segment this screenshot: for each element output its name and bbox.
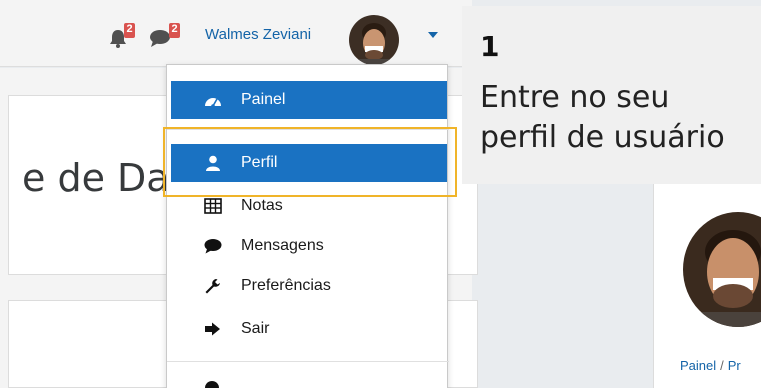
menu-item-label: Preferências — [241, 277, 331, 294]
breadcrumb-link-current[interactable]: Pr — [728, 358, 741, 373]
dashboard-icon — [205, 98, 221, 108]
breadcrumb: Painel / Pr — [680, 358, 741, 373]
breadcrumb-link-painel[interactable]: Painel — [680, 358, 716, 373]
menu-item-notas[interactable]: Notas — [171, 187, 447, 225]
user-dropdown-menu: Painel Perfil Notas Mensagens Preferênci… — [166, 64, 449, 388]
menu-item-partial-icon — [205, 381, 219, 388]
breadcrumb-separator: / — [720, 358, 724, 373]
step-instruction: Entre no seu perfil de usuário — [480, 78, 725, 158]
wrench-icon — [205, 279, 220, 294]
sign-out-icon — [205, 322, 220, 336]
user-icon — [206, 155, 220, 171]
step-number: 1 — [480, 30, 500, 63]
menu-item-label: Mensagens — [241, 237, 324, 254]
menu-item-sair[interactable]: Sair — [171, 310, 447, 348]
menu-item-preferencias[interactable]: Preferências — [171, 267, 447, 305]
menu-item-painel[interactable]: Painel — [171, 81, 447, 119]
messages-icon[interactable] — [149, 28, 171, 48]
user-avatar[interactable] — [349, 15, 399, 65]
menu-divider — [167, 361, 449, 362]
menu-divider — [167, 129, 449, 130]
menu-item-label: Sair — [241, 320, 270, 337]
grades-table-icon — [204, 198, 222, 214]
messages-count-badge: 2 — [169, 23, 180, 38]
chevron-down-icon[interactable] — [428, 32, 438, 38]
menu-item-label: Painel — [241, 91, 286, 108]
chat-bubble-icon — [204, 239, 222, 254]
notifications-count-badge: 2 — [124, 23, 135, 38]
menu-item-label: Perfil — [241, 154, 278, 171]
user-menu-name[interactable]: Walmes Zeviani — [205, 26, 311, 43]
menu-item-perfil[interactable]: Perfil — [171, 144, 447, 182]
menu-item-label: Notas — [241, 197, 283, 214]
step-instruction-line1: Entre no seu — [480, 80, 670, 115]
menu-item-mensagens[interactable]: Mensagens — [171, 227, 447, 265]
step-instruction-line2: perfil de usuário — [480, 120, 725, 155]
